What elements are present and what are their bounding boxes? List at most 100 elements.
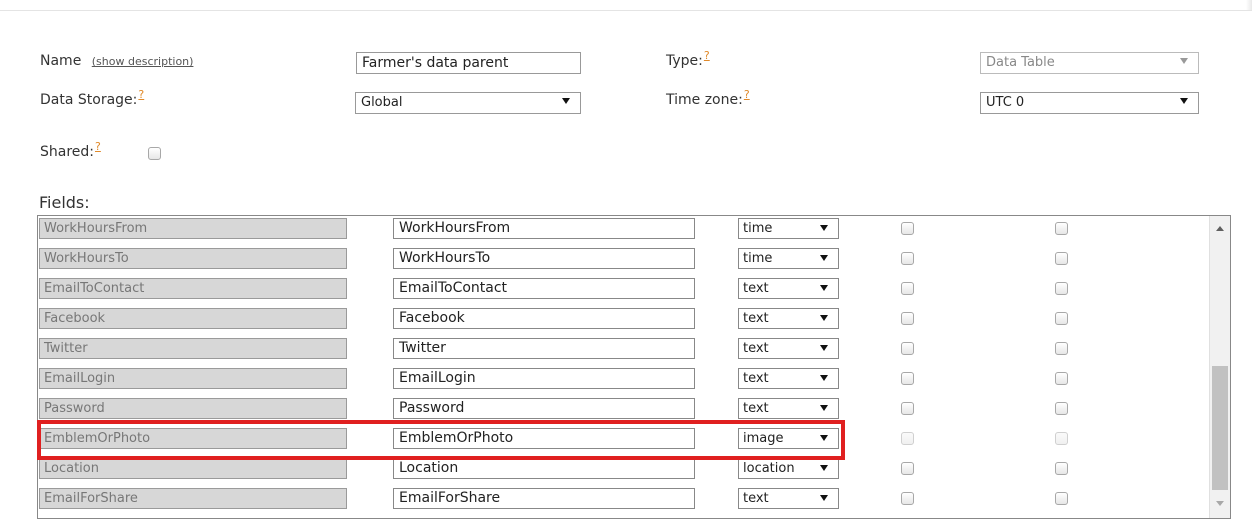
type-help-icon[interactable]: ? xyxy=(704,49,710,62)
display-name-input[interactable]: Location xyxy=(393,458,695,479)
display-name-input[interactable]: WorkHoursFrom xyxy=(393,218,695,239)
field-checkbox-b[interactable] xyxy=(1055,342,1068,355)
system-name-field: EmailLogin xyxy=(39,368,347,389)
timezone-select-value: UTC 0 xyxy=(986,95,1025,110)
chevron-down-icon xyxy=(1180,58,1188,64)
timezone-label-text: Time zone: xyxy=(666,92,743,108)
type-select: Data Table xyxy=(980,52,1199,74)
field-type-select[interactable]: time xyxy=(738,218,839,239)
field-checkbox-b[interactable] xyxy=(1055,312,1068,325)
field-type-value: text xyxy=(743,491,769,506)
field-checkbox-a[interactable] xyxy=(901,222,914,235)
field-checkbox-a[interactable] xyxy=(901,252,914,265)
field-checkbox-b[interactable] xyxy=(1055,222,1068,235)
table-row: EmailForShare EmailForShare text xyxy=(38,486,1210,511)
table-row: EmailToContact EmailToContact text xyxy=(38,276,1210,301)
field-checkbox-a[interactable] xyxy=(901,492,914,505)
shared-checkbox[interactable] xyxy=(148,147,161,160)
system-name-field: Twitter xyxy=(39,338,347,359)
chevron-down-icon xyxy=(1180,98,1188,104)
field-checkbox-a[interactable] xyxy=(901,432,914,445)
field-checkbox-a[interactable] xyxy=(901,402,914,415)
fields-grid: WorkHoursFrom WorkHoursFrom time WorkHoursT… xyxy=(37,215,1231,519)
field-type-select[interactable]: text xyxy=(738,278,839,299)
show-description-link[interactable]: (show description) xyxy=(92,55,194,68)
table-row: EmailLogin EmailLogin text xyxy=(38,366,1210,391)
field-type-value: text xyxy=(743,401,769,416)
table-row: WorkHoursTo WorkHoursTo time xyxy=(38,246,1210,271)
field-type-select[interactable]: time xyxy=(738,248,839,269)
field-type-value: text xyxy=(743,311,769,326)
chevron-down-icon xyxy=(820,375,828,381)
field-checkbox-b[interactable] xyxy=(1055,252,1068,265)
field-type-value: text xyxy=(743,281,769,296)
system-name-field: Password xyxy=(39,398,347,419)
display-name-input[interactable]: EmailForShare xyxy=(393,488,695,509)
storage-select[interactable]: Global xyxy=(355,92,581,114)
system-name-field: WorkHoursFrom xyxy=(39,218,347,239)
storage-label-text: Data Storage: xyxy=(40,92,138,108)
display-name-input[interactable]: EmailLogin xyxy=(393,368,695,389)
storage-label: Data Storage:? xyxy=(40,88,144,108)
field-type-value: time xyxy=(743,251,773,266)
field-checkbox-b[interactable] xyxy=(1055,492,1068,505)
name-label-text: Name xyxy=(40,53,82,69)
storage-select-value: Global xyxy=(361,95,403,110)
timezone-label: Time zone:? xyxy=(666,88,750,108)
fields-title: Fields: xyxy=(39,193,90,212)
chevron-down-icon xyxy=(820,225,828,231)
display-name-input[interactable]: Facebook xyxy=(393,308,695,329)
scroll-up-icon[interactable] xyxy=(1216,226,1224,231)
system-name-field: EmailForShare xyxy=(39,488,347,509)
display-name-input[interactable]: EmailToContact xyxy=(393,278,695,299)
field-checkbox-a[interactable] xyxy=(901,462,914,475)
field-type-select[interactable]: text xyxy=(738,368,839,389)
field-type-select[interactable]: text xyxy=(738,338,839,359)
chevron-down-icon xyxy=(820,315,828,321)
name-input[interactable]: Farmer's data parent xyxy=(356,52,581,74)
field-checkbox-b[interactable] xyxy=(1055,372,1068,385)
display-name-input[interactable]: Password xyxy=(393,398,695,419)
top-corner xyxy=(1246,0,1252,10)
type-label-text: Type: xyxy=(666,53,703,69)
field-type-select[interactable]: text xyxy=(738,308,839,329)
scroll-thumb[interactable] xyxy=(1212,366,1228,490)
system-name-field: EmailToContact xyxy=(39,278,347,299)
timezone-help-icon[interactable]: ? xyxy=(744,88,750,101)
chevron-down-icon xyxy=(820,345,828,351)
scroll-down-icon[interactable] xyxy=(1216,501,1224,506)
chevron-down-icon xyxy=(820,255,828,261)
storage-help-icon[interactable]: ? xyxy=(138,88,144,101)
table-row: Facebook Facebook text xyxy=(38,306,1210,331)
field-checkbox-b[interactable] xyxy=(1055,282,1068,295)
display-name-input[interactable]: WorkHoursTo xyxy=(393,248,695,269)
table-row: Twitter Twitter text xyxy=(38,336,1210,361)
chevron-down-icon xyxy=(820,495,828,501)
scrollbar[interactable] xyxy=(1209,216,1230,518)
type-select-value: Data Table xyxy=(986,55,1055,70)
system-name-field: Facebook xyxy=(39,308,347,329)
field-checkbox-b[interactable] xyxy=(1055,432,1068,445)
display-name-input[interactable]: Twitter xyxy=(393,338,695,359)
field-type-select[interactable]: location xyxy=(738,458,839,479)
table-row: Password Password text xyxy=(38,396,1210,421)
field-checkbox-a[interactable] xyxy=(901,372,914,385)
field-type-select[interactable]: text xyxy=(738,398,839,419)
table-row: WorkHoursFrom WorkHoursFrom time xyxy=(38,216,1210,241)
timezone-select[interactable]: UTC 0 xyxy=(980,92,1199,114)
shared-help-icon[interactable]: ? xyxy=(95,140,101,153)
field-checkbox-a[interactable] xyxy=(901,342,914,355)
type-label: Type:? xyxy=(666,49,710,69)
chevron-down-icon xyxy=(820,285,828,291)
field-checkbox-a[interactable] xyxy=(901,312,914,325)
name-label: Name (show description) xyxy=(40,53,193,69)
system-name-field: Location xyxy=(39,458,347,479)
field-type-value: location xyxy=(743,461,795,476)
chevron-down-icon xyxy=(820,405,828,411)
system-name-field: WorkHoursTo xyxy=(39,248,347,269)
chevron-down-icon xyxy=(562,98,570,104)
field-type-select[interactable]: text xyxy=(738,488,839,509)
field-checkbox-b[interactable] xyxy=(1055,462,1068,475)
field-checkbox-a[interactable] xyxy=(901,282,914,295)
field-checkbox-b[interactable] xyxy=(1055,402,1068,415)
